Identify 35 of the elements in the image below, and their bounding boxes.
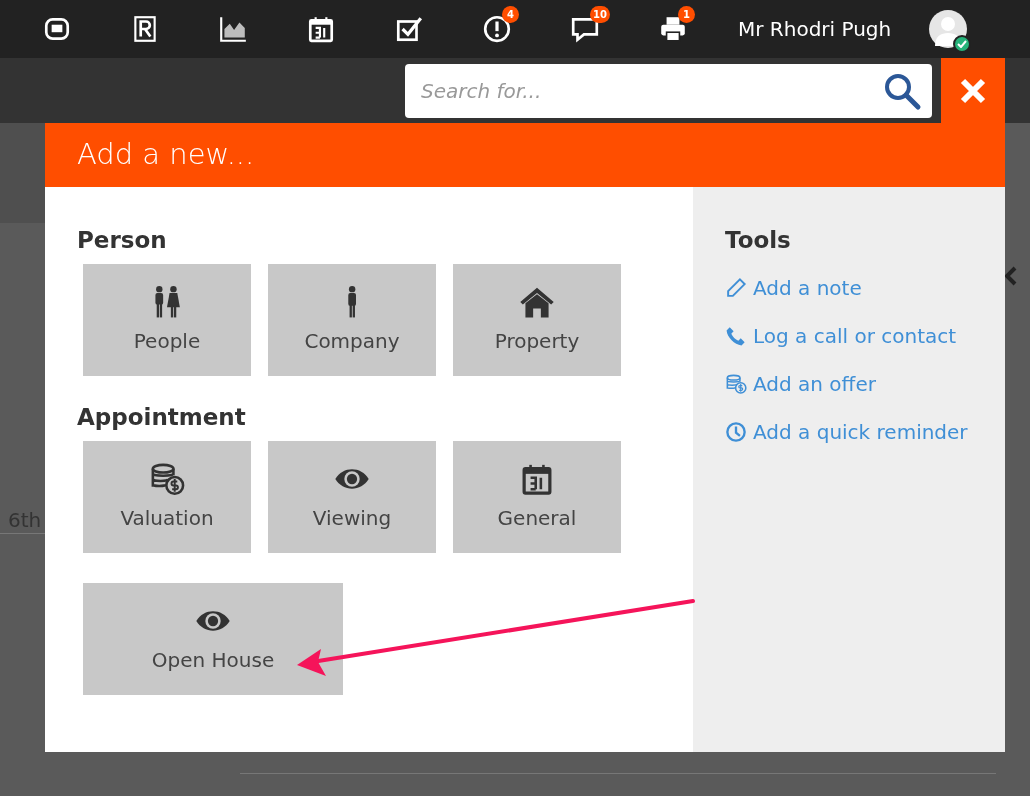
tile-button[interactable]: General xyxy=(453,441,621,553)
calendar-icon xyxy=(306,14,336,44)
phone-icon xyxy=(725,325,747,347)
tile-button[interactable]: Company xyxy=(268,264,436,376)
tool-link[interactable]: Add a note xyxy=(725,264,862,312)
checkbox-icon xyxy=(394,14,424,44)
notification-count: 4 xyxy=(502,6,519,23)
tile-button[interactable]: People xyxy=(83,264,251,376)
calendar-toolbar-button[interactable] xyxy=(306,14,336,44)
notification-count: 10 xyxy=(590,6,610,23)
close-icon xyxy=(959,76,987,105)
tile-button[interactable]: Viewing xyxy=(268,441,436,553)
section-heading: Person xyxy=(77,229,168,252)
close-button[interactable] xyxy=(941,58,1005,123)
tool-link[interactable]: Add a quick reminder xyxy=(725,408,968,456)
coins-icon xyxy=(149,461,185,497)
tasks-toolbar-button[interactable] xyxy=(394,14,424,44)
section-heading: Appointment xyxy=(77,406,247,429)
tile-button[interactable]: Valuation xyxy=(83,441,251,553)
section-heading: Tools xyxy=(725,229,792,252)
tool-link[interactable]: Add an offer xyxy=(725,360,876,408)
chevron-left-icon xyxy=(1004,266,1018,286)
person-icon xyxy=(346,284,358,320)
clock-icon xyxy=(725,421,747,443)
modal-title: Add a new... xyxy=(77,136,255,174)
coins-icon xyxy=(725,373,747,395)
tool-link[interactable]: Log a call or contact xyxy=(725,312,957,360)
notification-count: 1 xyxy=(678,6,695,23)
search-field[interactable]: Search for... xyxy=(405,63,932,118)
tile-button[interactable]: Property xyxy=(453,264,621,376)
tile-button[interactable]: Open House xyxy=(83,583,343,695)
chart-toolbar-button[interactable] xyxy=(218,14,248,44)
user-name[interactable]: Mr Rhodri Pugh xyxy=(738,14,892,44)
chart-icon xyxy=(218,14,248,44)
pencil-icon xyxy=(725,277,747,299)
